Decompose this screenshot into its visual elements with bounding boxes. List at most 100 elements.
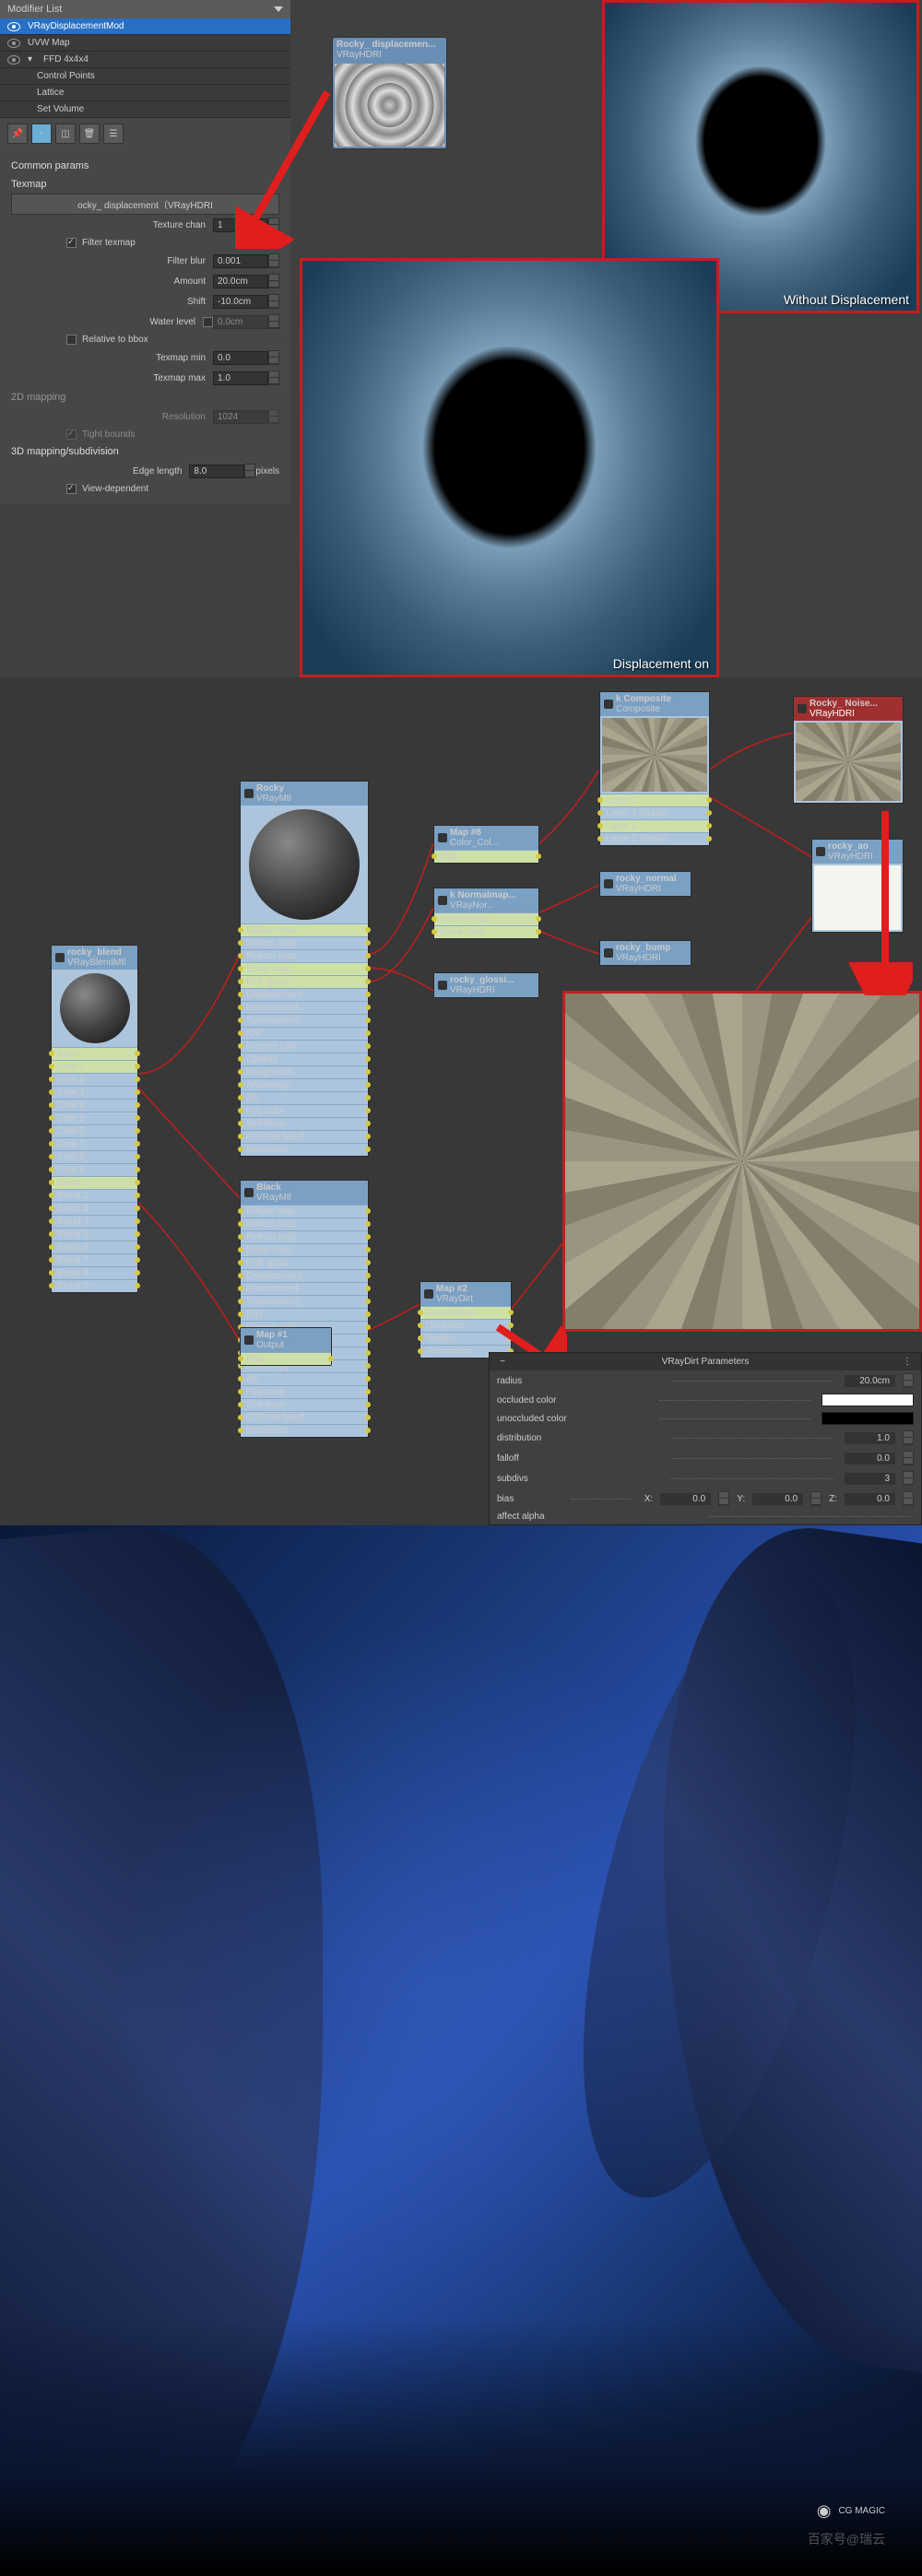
- connector-dot[interactable]: [238, 1017, 243, 1023]
- modifier-item-vraydisplacement[interactable]: VRayDisplacementMod: [0, 18, 290, 35]
- node-slot[interactable]: Coat 2: [52, 1073, 137, 1086]
- connector-dot[interactable]: [238, 1208, 243, 1214]
- node-rocky-normal[interactable]: rocky_normalVRayHDRI: [599, 871, 692, 897]
- node-slot[interactable]: Bump map: [241, 1243, 368, 1256]
- node-slot[interactable]: Coat 5: [52, 1112, 137, 1124]
- node-slot[interactable]: Blend 8: [52, 1266, 137, 1279]
- node-slot[interactable]: Self-Illum: [241, 1398, 368, 1411]
- connector-dot[interactable]: [536, 853, 541, 859]
- configure-button[interactable]: ☰: [103, 124, 124, 144]
- node-slot[interactable]: Blend 5: [52, 1228, 137, 1241]
- node-slot[interactable]: Diffuse map: [241, 1205, 368, 1217]
- connector-dot[interactable]: [49, 1141, 54, 1147]
- connector-dot[interactable]: [238, 1428, 243, 1433]
- connector-dot[interactable]: [135, 1089, 140, 1095]
- node-slot[interactable]: Self-Illum: [241, 1117, 368, 1130]
- param-value[interactable]: 0.0: [660, 1493, 711, 1505]
- connector-dot[interactable]: [431, 853, 437, 859]
- connector-dot[interactable]: [365, 927, 371, 933]
- panel-menu-icon[interactable]: ⋮: [903, 1357, 914, 1367]
- node-slot[interactable]: IOR: [241, 1027, 368, 1040]
- connector-dot[interactable]: [238, 1082, 243, 1088]
- connector-dot[interactable]: [238, 940, 243, 946]
- connector-dot[interactable]: [431, 916, 437, 922]
- connector-dot[interactable]: [536, 916, 541, 922]
- connector-dot[interactable]: [238, 992, 243, 997]
- node-slot[interactable]: Unoccluded: [420, 1306, 511, 1319]
- node-slot[interactable]: Refl. gloss.: [241, 975, 368, 988]
- param-value[interactable]: 0.0: [845, 1453, 895, 1464]
- connector-dot[interactable]: [135, 1064, 140, 1069]
- node-displacement-map[interactable]: Rocky_ displacemen... VRayHDRI: [332, 37, 447, 149]
- connector-dot[interactable]: [365, 1043, 371, 1049]
- param-value[interactable]: 20.0cm: [845, 1375, 895, 1387]
- node-slot[interactable]: Fog color: [241, 1385, 368, 1398]
- connector-dot[interactable]: [365, 1350, 371, 1356]
- connector-dot[interactable]: [238, 1389, 243, 1394]
- connector-dot[interactable]: [49, 1283, 54, 1288]
- collapse-icon[interactable]: −: [497, 1357, 508, 1367]
- connector-dot[interactable]: [238, 979, 243, 984]
- amount-input[interactable]: [213, 275, 268, 288]
- color-swatch[interactable]: [822, 1394, 914, 1406]
- spinner[interactable]: [268, 253, 279, 268]
- connector-dot[interactable]: [508, 1310, 514, 1315]
- connector-dot[interactable]: [365, 1108, 371, 1113]
- checkbox-icon[interactable]: [66, 335, 77, 345]
- connector-dot[interactable]: [135, 1257, 140, 1263]
- connector-dot[interactable]: [238, 1402, 243, 1407]
- spinner[interactable]: [268, 294, 279, 309]
- param-value[interactable]: 1.0: [845, 1432, 895, 1444]
- node-slot[interactable]: Layer 2 (Mask): [600, 832, 709, 845]
- param-view-dependent[interactable]: View-dependent: [11, 481, 279, 497]
- connector-dot[interactable]: [365, 1299, 371, 1304]
- checkbox-icon[interactable]: [203, 317, 213, 327]
- connector-dot[interactable]: [49, 1089, 54, 1095]
- show-end-result-button[interactable]: ▫: [31, 124, 52, 144]
- node-slot-map[interactable]: Map: [434, 850, 538, 863]
- connector-dot[interactable]: [49, 1218, 54, 1224]
- param-value[interactable]: 3: [845, 1473, 895, 1485]
- node-rocky-blend[interactable]: rocky_blendVRayBlendMtl BaseCoat 1Coat 2…: [51, 945, 138, 1293]
- panel-header[interactable]: − VRayDirt Parameters ⋮: [490, 1353, 921, 1370]
- connector-dot[interactable]: [365, 966, 371, 971]
- connector-dot[interactable]: [365, 1221, 371, 1227]
- node-composite[interactable]: k CompositeComposite Layer 1Layer 1 (Mas…: [599, 691, 710, 846]
- connector-dot[interactable]: [135, 1206, 140, 1211]
- connector-dot[interactable]: [238, 953, 243, 959]
- connector-dot[interactable]: [365, 1337, 371, 1343]
- spinner[interactable]: [903, 1451, 914, 1465]
- node-slot[interactable]: Coat 1: [52, 1060, 137, 1073]
- connector-dot[interactable]: [49, 1115, 54, 1121]
- connector-dot[interactable]: [49, 1154, 54, 1159]
- node-slot[interactable]: Blend 4: [52, 1215, 137, 1228]
- node-slot[interactable]: Coat 7: [52, 1137, 137, 1150]
- connector-dot[interactable]: [365, 1069, 371, 1075]
- connector-dot[interactable]: [365, 1208, 371, 1214]
- connector-dot[interactable]: [238, 1043, 243, 1049]
- visibility-icon[interactable]: [7, 39, 20, 48]
- node-slot[interactable]: Displacement: [241, 1269, 368, 1282]
- connector-dot[interactable]: [49, 1257, 54, 1263]
- node-slot[interactable]: Coat 8: [52, 1150, 137, 1163]
- node-slot[interactable]: Environment: [241, 1001, 368, 1014]
- connector-dot[interactable]: [135, 1076, 140, 1082]
- connector-dot[interactable]: [238, 1030, 243, 1036]
- connector-dot[interactable]: [238, 1273, 243, 1278]
- connector-dot[interactable]: [49, 1102, 54, 1108]
- connector-dot[interactable]: [238, 1376, 243, 1382]
- texmap-max-input[interactable]: [213, 371, 268, 385]
- connector-dot[interactable]: [135, 1231, 140, 1237]
- node-slot[interactable]: Normal map: [434, 912, 538, 925]
- node-slot[interactable]: Layer 1 (Mask): [600, 806, 709, 819]
- node-slot[interactable]: Diffuse map: [241, 923, 368, 936]
- connector-dot[interactable]: [135, 1180, 140, 1185]
- node-rocky-bump[interactable]: rocky_bumpVRayHDRI: [599, 940, 692, 966]
- node-slot[interactable]: Blend 2: [52, 1189, 137, 1202]
- node-slot[interactable]: Blend 1: [52, 1176, 137, 1189]
- connector-dot[interactable]: [135, 1218, 140, 1224]
- connector-dot[interactable]: [238, 1095, 243, 1100]
- modifier-list-header[interactable]: Modifier List: [0, 0, 290, 18]
- connector-dot[interactable]: [49, 1270, 54, 1276]
- node-slot[interactable]: An.: [241, 1091, 368, 1104]
